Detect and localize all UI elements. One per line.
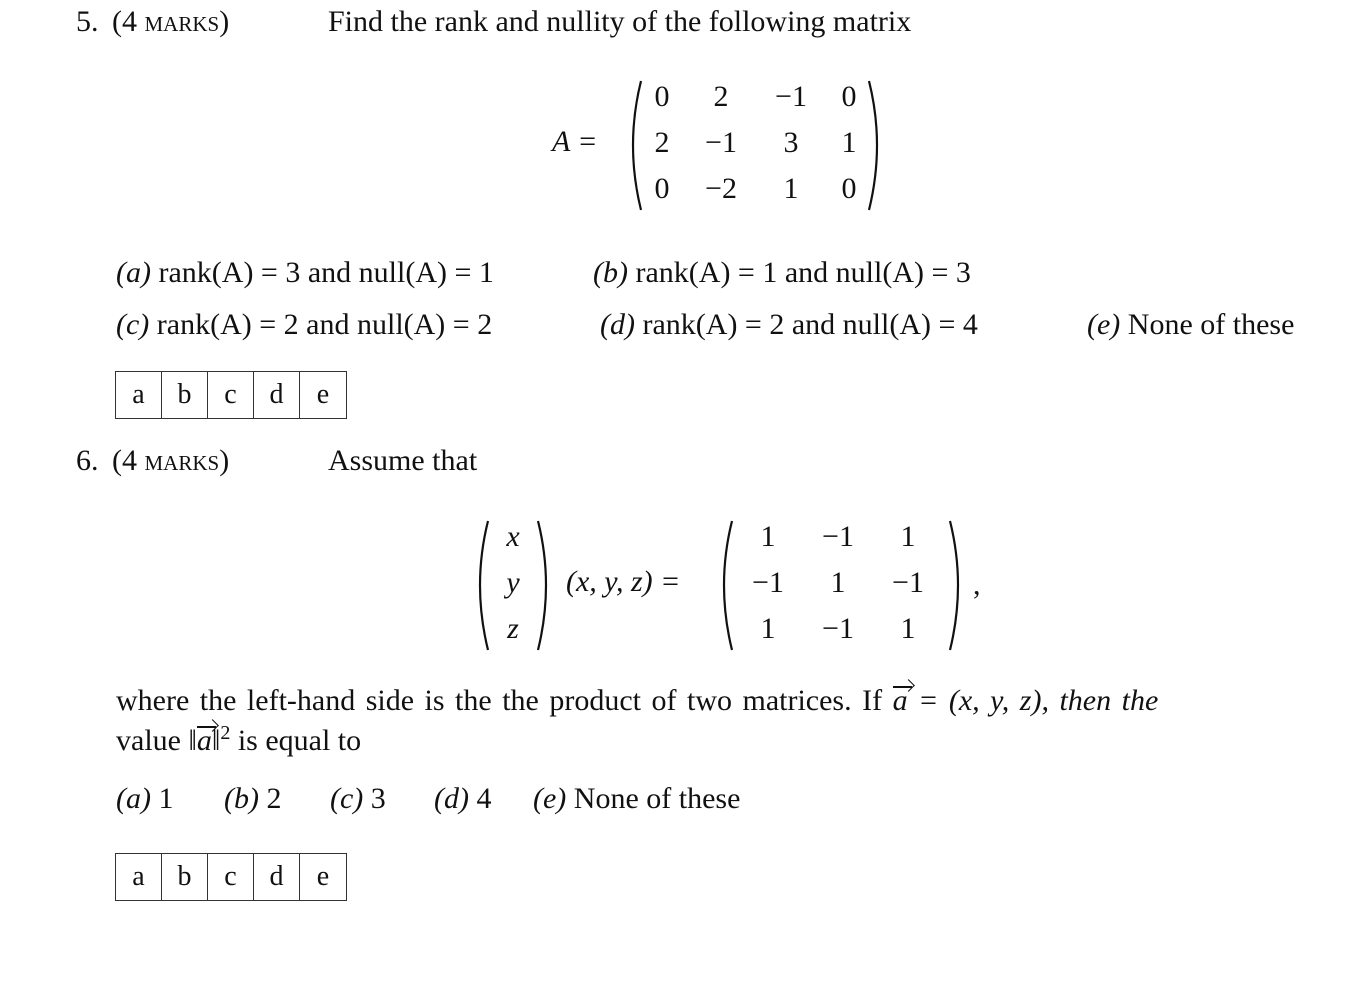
- matrix-cell: 1: [900, 612, 916, 645]
- q5-answer-a[interactable]: a: [116, 372, 162, 418]
- q6-answer-b[interactable]: b: [162, 854, 208, 900]
- q6-option-b: (b) 2: [224, 782, 282, 815]
- q5-header: 5. (4 marks): [76, 5, 229, 39]
- q6-row-vector: (x, y, z) =: [566, 565, 681, 598]
- q6-answer-c[interactable]: c: [208, 854, 254, 900]
- q6-rhs-matrix: 1 −1 1 −1 1 −1 1 −1 1: [712, 518, 972, 653]
- q5-option-b: (b) rank(A) = 1 and null(A) = 3: [593, 256, 971, 289]
- matrix-cell: 1: [760, 612, 776, 645]
- matrix-cell: 1: [841, 126, 857, 159]
- matrix-cell: −1: [752, 566, 784, 599]
- matrix-cell: z: [507, 612, 519, 645]
- q6-column-vector: xyz: [468, 518, 558, 653]
- matrix-cell: 1: [783, 172, 799, 205]
- q5-option-d: (d) rank(A) = 2 and null(A) = 4: [600, 308, 978, 341]
- q5-answer-d[interactable]: d: [254, 372, 300, 418]
- q5-marks: (4 marks): [112, 5, 230, 38]
- q5-matrix: 0 2 −1 0 2 −1 3 1 0 −2 1 0: [615, 78, 895, 213]
- matrix-cell: 0: [654, 172, 670, 205]
- q6-number: 6.: [76, 444, 99, 477]
- vector-a-symbol: a: [892, 684, 912, 717]
- matrix-cell: −1: [822, 612, 854, 645]
- right-paren-icon: [948, 520, 960, 651]
- q6-text-line-1: where the left-hand side is the the prod…: [116, 684, 1159, 717]
- q6-header: 6. (4 marks): [76, 444, 229, 478]
- q6-comma: ,: [973, 568, 981, 601]
- matrix-cell: −1: [775, 80, 807, 113]
- q5-option-e: (e) None of these: [1087, 308, 1295, 341]
- q6-option-e: (e) None of these: [533, 782, 741, 815]
- q6-answer-box: a b c d e: [115, 853, 347, 901]
- q6-text-line-2: value ‖a‖2 is equal to: [116, 722, 362, 757]
- matrix-cell: 0: [841, 80, 857, 113]
- matrix-cell: −2: [705, 172, 737, 205]
- matrix-cell: 0: [841, 172, 857, 205]
- left-paren-icon: [722, 520, 734, 651]
- matrix-cell: −1: [705, 126, 737, 159]
- matrix-cell: 1: [830, 566, 846, 599]
- vector-a-symbol: a: [196, 724, 216, 757]
- matrix-cell: 0: [654, 80, 670, 113]
- matrix-cell: −1: [892, 566, 924, 599]
- q6-answer-d[interactable]: d: [254, 854, 300, 900]
- matrix-cell: x: [506, 520, 520, 553]
- matrix-cell: 1: [760, 520, 776, 553]
- q6-answer-e[interactable]: e: [300, 854, 346, 900]
- q6-option-c: (c) 3: [330, 782, 386, 815]
- matrix-cell: 2: [654, 126, 670, 159]
- q6-prompt: Assume that: [328, 444, 478, 477]
- matrix-cell: 1: [900, 520, 916, 553]
- matrix-cell: −1: [822, 520, 854, 553]
- q6-answer-a[interactable]: a: [116, 854, 162, 900]
- q5-number: 5.: [76, 5, 99, 38]
- q6-option-a: (a) 1: [116, 782, 174, 815]
- q5-option-c: (c) rank(A) = 2 and null(A) = 2: [116, 308, 493, 341]
- q5-matrix-label: A =: [552, 125, 598, 158]
- q5-answer-e[interactable]: e: [300, 372, 346, 418]
- q5-answer-c[interactable]: c: [208, 372, 254, 418]
- q5-answer-b[interactable]: b: [162, 372, 208, 418]
- q5-answer-box: a b c d e: [115, 371, 347, 419]
- q5-option-a: (a) rank(A) = 3 and null(A) = 1: [116, 256, 494, 289]
- q6-marks: (4 marks): [112, 444, 230, 477]
- q5-prompt: Find the rank and nullity of the followi…: [328, 5, 912, 38]
- matrix-cell: 3: [783, 126, 799, 159]
- q6-option-d: (d) 4: [434, 782, 492, 815]
- matrix-cell: 2: [713, 80, 729, 113]
- matrix-cell: y: [506, 566, 520, 599]
